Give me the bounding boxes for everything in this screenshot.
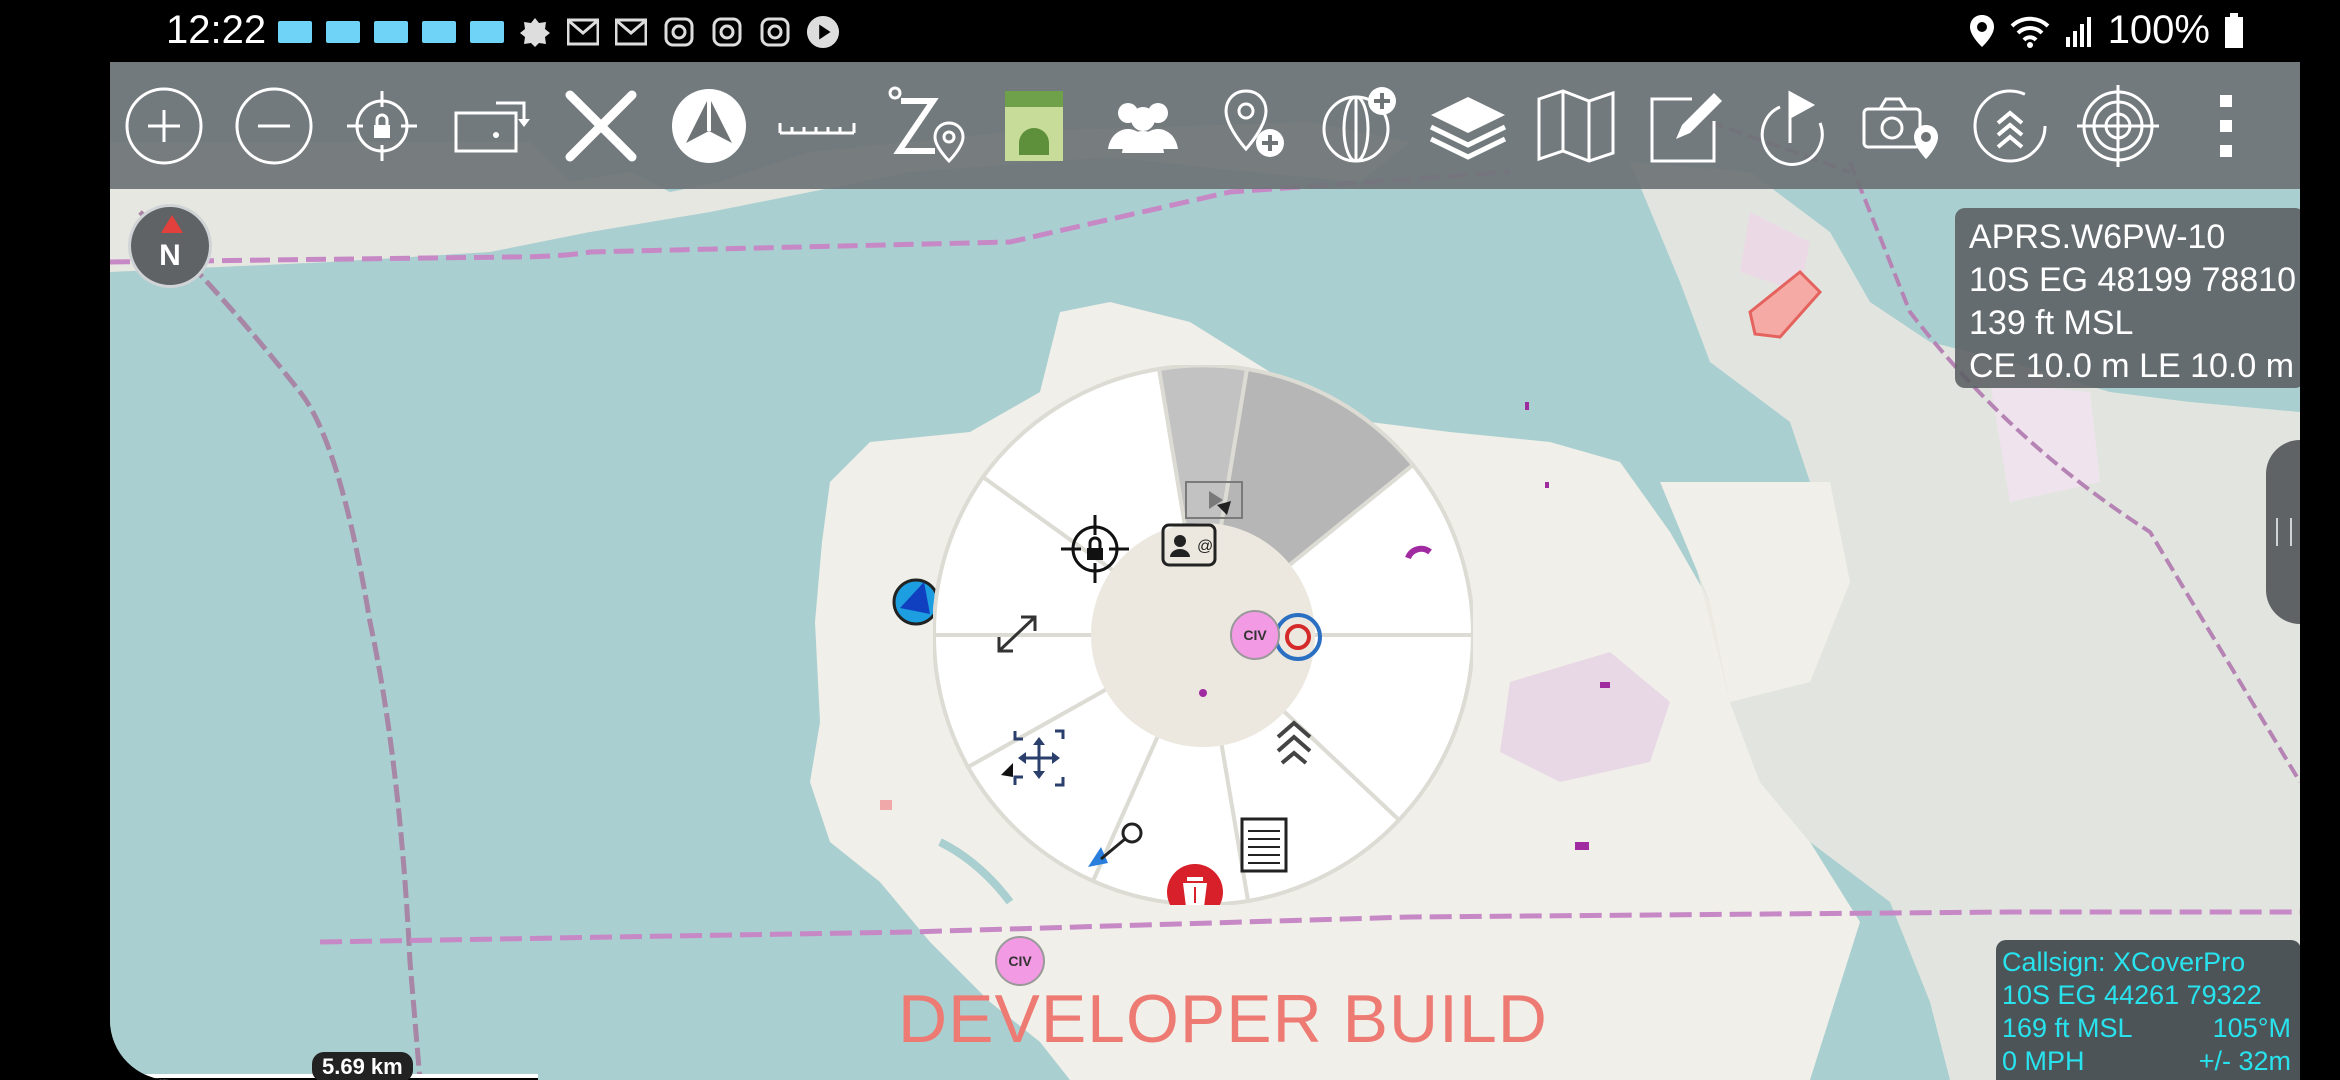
- group-icon: [1108, 103, 1178, 153]
- compass-label: N: [159, 239, 181, 272]
- self-info-panel[interactable]: Callsign: XCoverPro 10S EG 44261 79322 1…: [1996, 940, 2300, 1080]
- navigation-mode-button[interactable]: [661, 78, 757, 174]
- ruler-icon: [778, 123, 856, 135]
- contacts-button[interactable]: [1095, 78, 1191, 174]
- map-icon: [1537, 89, 1615, 163]
- side-drawer-handle[interactable]: [2266, 440, 2300, 624]
- notification-tile-icon: [470, 21, 504, 43]
- radial-center-civ-marker[interactable]: CIV: [1230, 610, 1280, 660]
- notification-tile-icon: [374, 21, 408, 43]
- details-icon: [1240, 817, 1288, 873]
- self-altitude-row: 169 ft MSL 105°M: [2002, 1012, 2291, 1045]
- android-plugin-button[interactable]: [986, 78, 1082, 174]
- grip-icon: [2276, 518, 2292, 546]
- main-toolbar: [110, 62, 2300, 189]
- clock: 12:22: [166, 8, 267, 52]
- chevrons-up-icon: [1973, 89, 2047, 163]
- route-button[interactable]: [1745, 78, 1841, 174]
- developer-build-watermark: DEVELOPER BUILD: [898, 981, 1548, 1057]
- play-icon: [806, 15, 840, 49]
- signal-icon: [2065, 16, 2091, 47]
- globe-add-icon: [1322, 87, 1396, 163]
- self-altitude: 169 ft MSL: [2002, 1013, 2133, 1043]
- lock-self-button[interactable]: [334, 78, 430, 174]
- nav-icon: [672, 89, 746, 163]
- gmail-icon: [614, 15, 648, 49]
- android-icon: [1005, 91, 1063, 161]
- target-icon: [2077, 85, 2159, 167]
- notification-tile-icon: [278, 21, 312, 43]
- crosshair-lock-icon: [347, 91, 417, 161]
- target-altitude: 139 ft MSL: [1969, 304, 2134, 342]
- elevation-arrows-button[interactable]: [1962, 78, 2058, 174]
- battery-icon: [2225, 12, 2243, 48]
- map-app: N APRS.W6PW-10 10S EG 48199 78810 139 ft…: [110, 62, 2300, 1080]
- camera-pin-icon: [1862, 97, 1938, 159]
- geo-camera-button[interactable]: [1853, 78, 1949, 174]
- z-pin-icon: [888, 86, 965, 164]
- self-speed-row: 0 MPH +/- 32m: [2002, 1045, 2291, 1078]
- notification-tile-icon: [422, 21, 456, 43]
- gear-icon: [518, 15, 552, 49]
- target-error: CE 10.0 m LE 10.0 m: [1969, 347, 2295, 385]
- self-accuracy: +/- 32m: [2198, 1046, 2291, 1076]
- self-mgrs: 10S EG 44261 79322: [2002, 980, 2262, 1010]
- target-info-panel[interactable]: APRS.W6PW-10 10S EG 48199 78810 139 ft M…: [1955, 208, 2300, 388]
- edit-icon: [1650, 93, 1722, 163]
- target-callsign: APRS.W6PW-10: [1969, 218, 2226, 256]
- compass-button[interactable]: N: [128, 204, 212, 288]
- route-flag-icon: [1760, 90, 1824, 166]
- target-button[interactable]: [2070, 78, 2166, 174]
- wifi-icon: [2010, 16, 2050, 48]
- zoom-out-button[interactable]: [226, 78, 322, 174]
- rotate-icon: [454, 101, 530, 153]
- instagram-icon: [710, 15, 744, 49]
- status-right: 100%: [1968, 8, 2244, 53]
- civ-map-marker[interactable]: CIV: [995, 936, 1045, 986]
- radial-center-label: CIV: [1243, 627, 1267, 643]
- instagram-icon: [662, 15, 696, 49]
- elevation-tool-button[interactable]: [878, 78, 974, 174]
- battery-percent: 100%: [2107, 8, 2210, 52]
- zoom-in-button[interactable]: [116, 78, 212, 174]
- plus-icon: [125, 87, 203, 165]
- radial-menu: @: [933, 365, 1473, 905]
- notification-icons: [278, 14, 840, 50]
- range-bearing-button[interactable]: [769, 78, 865, 174]
- close-icon: [565, 90, 637, 162]
- more-vertical-icon: [2220, 95, 2232, 157]
- svg-text:@: @: [1197, 538, 1213, 555]
- notification-tile-icon: [326, 21, 360, 43]
- self-speed: 0 MPH: [2002, 1046, 2085, 1076]
- close-tool-button[interactable]: [553, 78, 649, 174]
- self-heading: 105°M: [2212, 1013, 2291, 1043]
- maps-button[interactable]: [1528, 78, 1624, 174]
- instagram-icon: [758, 15, 792, 49]
- layers-icon: [1429, 97, 1507, 160]
- add-pin-icon: [1224, 89, 1284, 157]
- overflow-menu-button[interactable]: [2178, 78, 2274, 174]
- minus-icon: [235, 87, 313, 165]
- north-arrow-icon: [161, 215, 183, 233]
- layers-button[interactable]: [1420, 78, 1516, 174]
- rotate-map-button[interactable]: [443, 78, 539, 174]
- civ-marker-label: CIV: [1008, 953, 1032, 969]
- add-overlay-button[interactable]: [1311, 78, 1407, 174]
- drawing-tools-button[interactable]: [1637, 78, 1733, 174]
- gmail-icon: [566, 15, 600, 49]
- scale-bar: 5.69 km: [128, 1052, 548, 1080]
- self-callsign: Callsign: XCoverPro: [2002, 947, 2246, 977]
- target-mgrs: 10S EG 48199 78810: [1969, 261, 2297, 299]
- scale-bar-label: 5.69 km: [312, 1052, 413, 1080]
- status-bar: 12:22 100%: [0, 0, 2340, 62]
- location-icon: [1969, 14, 1994, 47]
- point-dropper-button[interactable]: [1203, 78, 1299, 174]
